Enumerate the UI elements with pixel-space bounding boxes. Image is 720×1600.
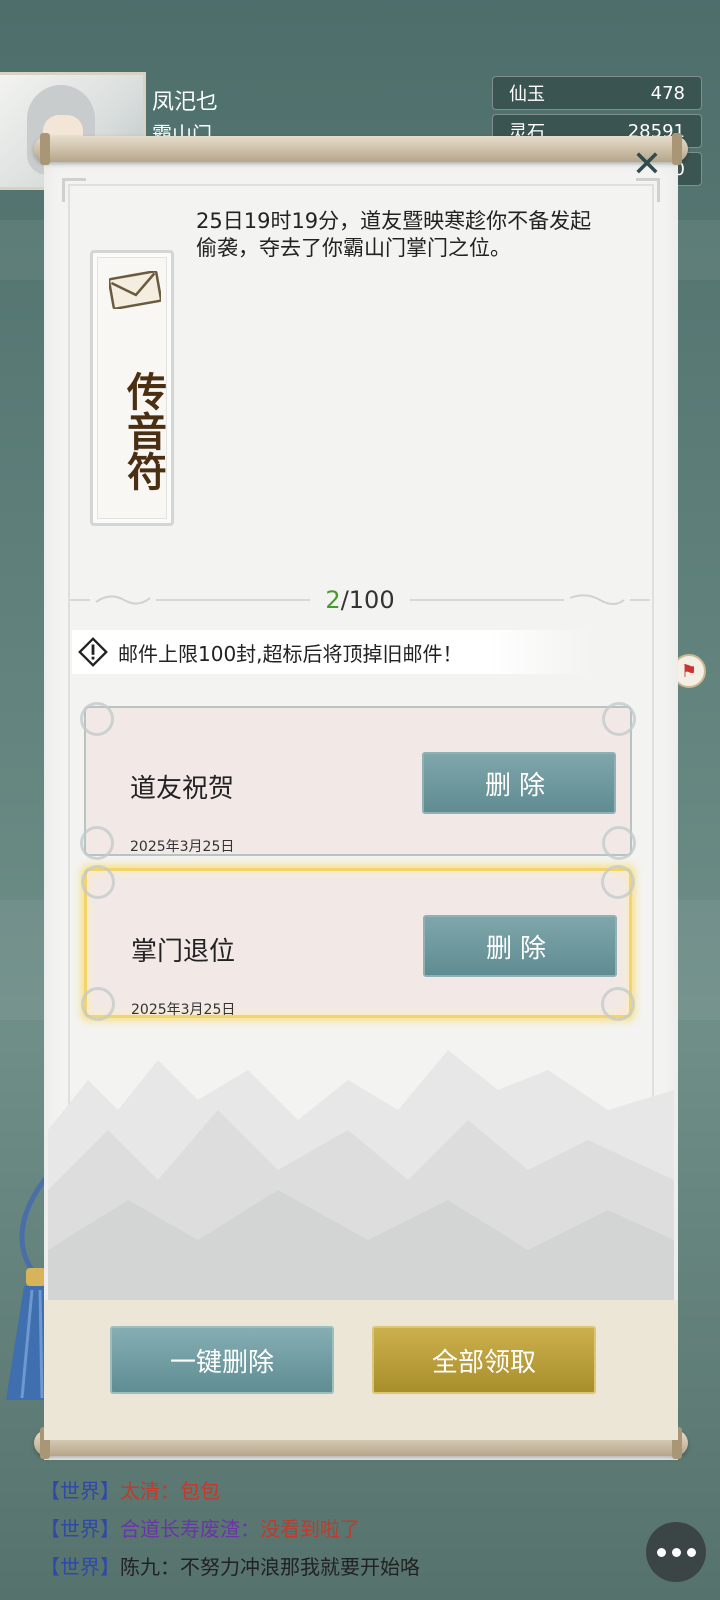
player-name: 凤汜乜 — [152, 90, 219, 115]
mail-title: 掌门退位 — [131, 937, 236, 967]
chat-sender[interactable]: 陈九 — [120, 1555, 160, 1579]
mail-date: 2025年3月25日 — [130, 839, 235, 855]
chat-separator: ： — [160, 1555, 180, 1579]
chat-line: 【世界】太清：包包 — [40, 1472, 660, 1510]
chat-line: 【世界】陈九：不努力冲浪那我就要开始咯 — [40, 1548, 660, 1586]
chat-sender[interactable]: 太清 — [120, 1479, 160, 1503]
resource-label: 仙玉 — [509, 84, 545, 105]
chat-sender[interactable]: 合道长寿废渣 — [120, 1517, 240, 1541]
claim-all-button[interactable]: 全部领取 — [372, 1326, 596, 1394]
talisman-char: 音 — [120, 411, 167, 451]
corner-swirl — [80, 826, 114, 860]
sound-talisman-badge: 传音符 — [90, 250, 174, 526]
chat-dot — [671, 1547, 681, 1557]
ink-mountains-decoration — [48, 1050, 674, 1300]
talisman-char: 符 — [120, 451, 167, 491]
close-icon[interactable]: ✕ — [630, 147, 664, 183]
chat-channel: 【世界】 — [40, 1479, 120, 1503]
chat-channel: 【世界】 — [40, 1517, 120, 1541]
chat-dot — [656, 1547, 666, 1557]
mail-limit-notice: 邮件上限100封,超标后将顶掉旧邮件！ — [72, 630, 592, 674]
mail-item[interactable]: 道友祝贺 2025年3月25日 删除 — [80, 702, 636, 860]
resource-value: 478 — [650, 82, 685, 104]
mail-body: 25日19时19分，道友暨映寒趁你不备发起偷袭，夺去了你霸山门掌门之位。 — [196, 209, 592, 260]
chat-separator: ： — [160, 1479, 180, 1503]
corner-swirl — [81, 865, 115, 899]
delete-all-button[interactable]: 一键删除 — [110, 1326, 334, 1394]
notice-text: 邮件上限100封,超标后将顶掉旧邮件！ — [118, 641, 463, 666]
scroll-rod-top — [34, 133, 688, 165]
mail-date: 2025年3月25日 — [131, 1002, 236, 1018]
chat-message: 包包 — [180, 1479, 220, 1503]
corner-swirl — [601, 987, 635, 1021]
corner-swirl — [80, 702, 114, 736]
frame-corner — [62, 178, 86, 202]
corner-swirl — [602, 702, 636, 736]
chat-bubble-icon[interactable] — [646, 1522, 706, 1582]
mail-title: 道友祝贺 — [130, 774, 235, 804]
talisman-label: 传音符 — [93, 341, 171, 521]
chat-separator: ： — [240, 1517, 260, 1541]
corner-swirl — [602, 826, 636, 860]
world-chat[interactable]: 【世界】太清：包包 【世界】合道长寿废渣：没看到啦了 【世界】陈九：不努力冲浪那… — [40, 1472, 660, 1586]
delete-button[interactable]: 删除 — [423, 915, 617, 977]
mail-count-total: /100 — [340, 586, 395, 614]
chat-dot — [686, 1547, 696, 1557]
chat-message: 不努力冲浪那我就要开始咯 — [180, 1555, 420, 1579]
mail-counter: 2/100 — [0, 586, 720, 614]
envelope-icon — [109, 271, 161, 309]
warning-icon — [78, 637, 108, 667]
talisman-char: 传 — [120, 371, 167, 411]
chat-message: 没看到啦了 — [260, 1517, 360, 1541]
corner-swirl — [81, 987, 115, 1021]
resource-jade[interactable]: 仙玉 478 — [492, 76, 702, 110]
mail-count-current: 2 — [325, 586, 341, 614]
chat-channel: 【世界】 — [40, 1555, 120, 1579]
corner-swirl — [601, 865, 635, 899]
chat-line: 【世界】合道长寿废渣：没看到啦了 — [40, 1510, 660, 1548]
delete-button[interactable]: 删除 — [422, 752, 616, 814]
mail-item-selected[interactable]: 掌门退位 2025年3月25日 删除 — [81, 865, 635, 1021]
